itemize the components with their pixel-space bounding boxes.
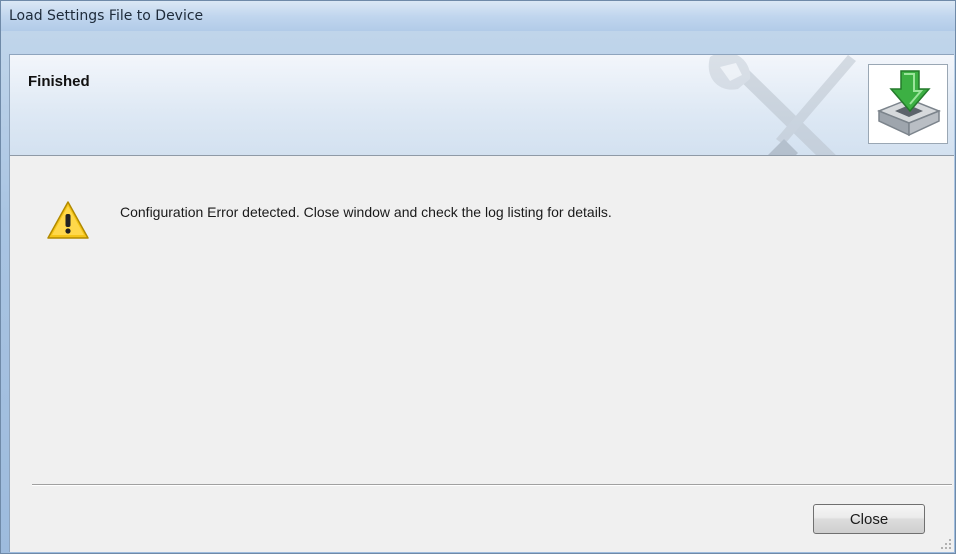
resize-grip-icon[interactable]: [940, 538, 952, 550]
warning-icon: [47, 201, 89, 239]
footer-divider: [32, 484, 952, 486]
download-to-device-icon: [876, 70, 942, 137]
close-button[interactable]: Close: [813, 504, 925, 534]
message-area: Configuration Error detected. Close wind…: [10, 156, 954, 476]
dialog-window: Load Settings File to Device Finished Co…: [0, 0, 956, 554]
error-message: Configuration Error detected. Close wind…: [120, 204, 612, 220]
device-icon-frame: [868, 64, 948, 144]
window-title: Load Settings File to Device: [9, 8, 204, 24]
page-title: Finished: [28, 73, 90, 90]
wrench-screwdriver-icon: [708, 55, 856, 155]
dialog-client-area: Finished Configuration Error detected. C…: [9, 54, 954, 552]
wizard-header: Finished: [10, 55, 954, 156]
title-bar[interactable]: Load Settings File to Device: [1, 1, 955, 31]
